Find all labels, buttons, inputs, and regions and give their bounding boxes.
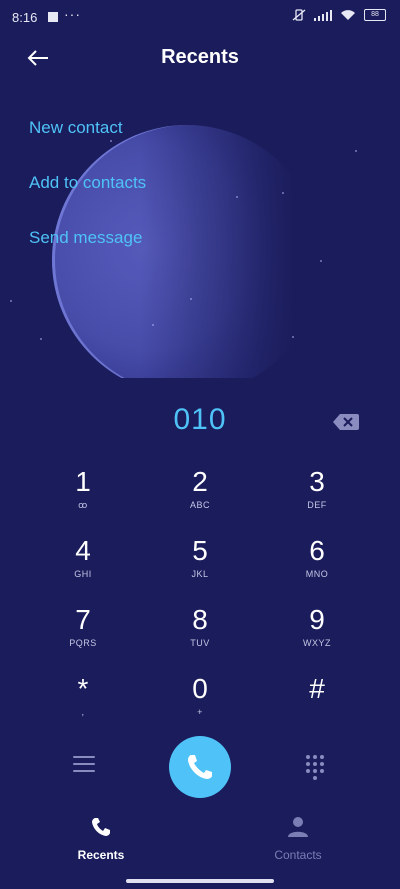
key-9[interactable]: 9 WXYZ [262, 604, 372, 666]
key-digit: 7 [75, 604, 91, 635]
key-letters: ABC [189, 500, 210, 510]
key-letters [262, 707, 372, 719]
key-8[interactable]: 8 TUV [145, 604, 255, 666]
key-0[interactable]: 0 + [145, 673, 255, 735]
backspace-button[interactable] [332, 412, 360, 432]
notification-icon [48, 12, 58, 22]
key-letters: JKL [191, 569, 209, 579]
key-star[interactable]: * , [28, 673, 138, 735]
tab-contacts[interactable]: Contacts [238, 815, 358, 862]
key-digit: 8 [192, 604, 208, 635]
wifi-icon [341, 10, 355, 20]
key-letters: + [197, 707, 203, 717]
home-indicator[interactable] [126, 879, 274, 883]
menu-icon[interactable] [73, 756, 95, 774]
more-notifications-icon: ··· [64, 6, 81, 22]
person-icon [288, 817, 308, 837]
key-4[interactable]: 4 GHI [28, 535, 138, 597]
key-digit: 6 [309, 535, 325, 566]
key-digit: 1 [75, 466, 91, 497]
send-message-action[interactable]: Send message [29, 228, 142, 248]
status-time: 8:16 [12, 10, 38, 25]
key-letters: MNO [305, 569, 329, 579]
new-contact-action[interactable]: New contact [29, 118, 123, 138]
key-digit: * [77, 673, 89, 704]
phone-icon [188, 755, 212, 779]
tab-label: Recents [77, 848, 125, 862]
key-digit: 3 [309, 466, 325, 497]
voicemail-icon: ꝏ [78, 500, 88, 510]
tab-label: Contacts [274, 848, 322, 862]
add-to-contacts-action[interactable]: Add to contacts [29, 173, 146, 193]
key-letters: , [81, 707, 85, 717]
moon-fade-overlay [140, 110, 400, 410]
key-hash[interactable]: # [262, 673, 372, 735]
key-digit: 2 [192, 466, 208, 497]
key-digit: 4 [75, 535, 91, 566]
key-digit: 0 [192, 673, 208, 704]
call-button[interactable] [169, 736, 231, 798]
backspace-icon [333, 414, 359, 430]
key-3[interactable]: 3 DEF [262, 466, 372, 528]
key-6[interactable]: 6 MNO [262, 535, 372, 597]
key-2[interactable]: 2 ABC [145, 466, 255, 528]
battery-icon: 88 [364, 9, 386, 21]
page-title: Recents [161, 46, 239, 68]
key-digit: # [309, 673, 325, 704]
key-letters: TUV [190, 638, 210, 648]
key-1[interactable]: 1 ꝏ [28, 466, 138, 528]
signal-icon [314, 9, 332, 21]
tab-recents[interactable]: Recents [41, 815, 161, 862]
phone-icon [92, 818, 110, 836]
key-letters: WXYZ [303, 638, 331, 648]
key-letters: GHI [74, 569, 92, 579]
key-5[interactable]: 5 JKL [145, 535, 255, 597]
vibrate-off-icon [292, 9, 306, 21]
status-bar: 8:16 ··· 88 [0, 0, 400, 36]
key-7[interactable]: 7 PQRS [28, 604, 138, 666]
key-letters: PQRS [69, 638, 97, 648]
status-icons: 88 [292, 9, 386, 21]
key-digit: 9 [309, 604, 325, 635]
dialpad-icon[interactable] [306, 755, 328, 780]
key-letters: DEF [307, 500, 327, 510]
key-digit: 5 [192, 535, 208, 566]
